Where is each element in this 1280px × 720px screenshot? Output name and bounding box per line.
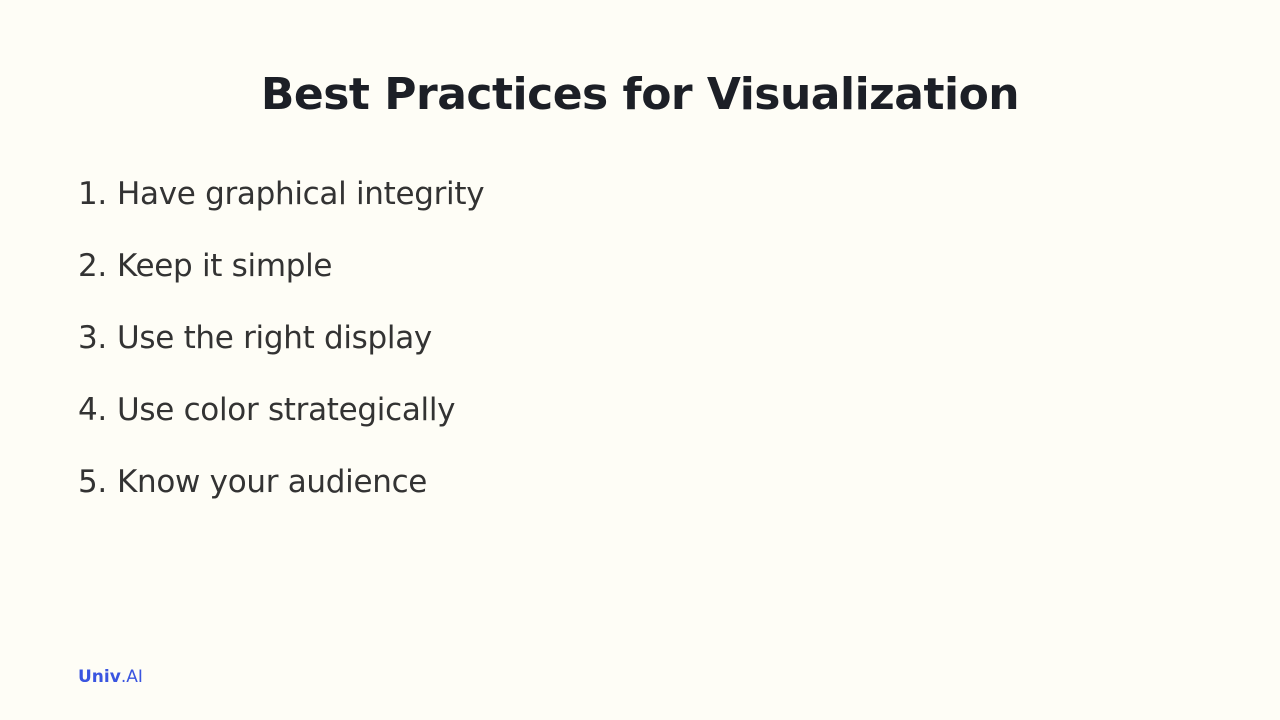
logo-text-univ: Univ	[78, 667, 121, 687]
list-item-number: 5.	[78, 464, 107, 500]
slide: Best Practices for Visualization 1. Have…	[0, 0, 1280, 720]
list-item-text: Know your audience	[117, 464, 428, 500]
list-item: 3. Use the right display	[78, 316, 484, 388]
slide-title: Best Practices for Visualization	[260, 69, 1020, 120]
list-item: 4. Use color strategically	[78, 388, 484, 460]
list-item: 5. Know your audience	[78, 460, 484, 532]
list-item-number: 3.	[78, 320, 107, 356]
list-item-text: Use color strategically	[117, 392, 456, 428]
list-item-text: Keep it simple	[117, 248, 333, 284]
list-item-number: 1.	[78, 176, 107, 212]
list-item: 2. Keep it simple	[78, 244, 484, 316]
list-item: 1. Have graphical integrity	[78, 172, 485, 244]
list-item-text: Have graphical integrity	[117, 176, 485, 212]
univ-ai-logo: Univ.AI	[78, 665, 143, 689]
list-item-text: Use the right display	[117, 320, 432, 356]
logo-text-ai: .AI	[120, 667, 143, 687]
list-item-number: 2.	[78, 248, 107, 284]
list-item-number: 4.	[78, 392, 107, 428]
practices-list: 1. Have graphical integrity 2. Keep it s…	[78, 172, 485, 532]
